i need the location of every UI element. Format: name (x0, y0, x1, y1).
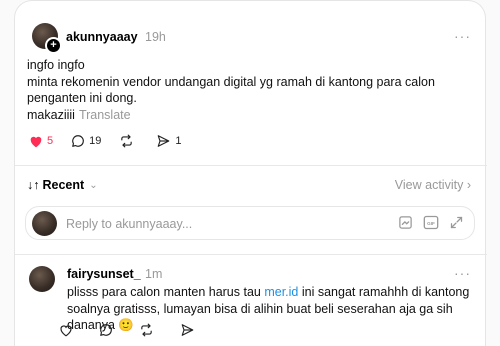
follow-plus-icon[interactable]: + (45, 37, 62, 54)
avatar (32, 211, 57, 236)
thread-card: + akunnyaaay 19h ··· ingfo ingfo minta r… (14, 0, 487, 346)
sort-arrows-icon: ↓↑ (27, 178, 40, 192)
send-icon (158, 135, 170, 147)
like-button[interactable] (59, 324, 77, 337)
divider (15, 254, 487, 255)
post-line: ingfo ingfo (27, 58, 85, 72)
more-options-icon[interactable]: ··· (454, 265, 471, 281)
reply-icons: GIF (388, 215, 464, 230)
reply-input[interactable]: Reply to akunnyaaay... GIF (25, 206, 475, 240)
sort-label: Recent (42, 178, 85, 192)
repost-button[interactable] (139, 323, 158, 337)
like-button[interactable]: 5 (29, 135, 53, 148)
send-icon (181, 324, 194, 336)
repost-icon (141, 323, 152, 337)
post-username[interactable]: akunnyaaay (66, 30, 138, 44)
repost-button[interactable] (119, 134, 138, 148)
heart-filled-icon (30, 136, 42, 147)
avatar[interactable] (29, 266, 55, 292)
reply-placeholder: Reply to akunnyaaay... (66, 217, 193, 231)
comment-username[interactable]: fairysunset_ (67, 267, 141, 281)
share-count: 1 (175, 135, 182, 147)
repost-icon (121, 134, 133, 148)
post-line-last: makaziiii Translate (27, 107, 131, 122)
post-actions: 5 19 1 (29, 134, 200, 148)
comment-link[interactable]: mer.id (264, 285, 298, 299)
view-activity-link[interactable]: View activity › (395, 178, 471, 192)
chevron-right-icon: › (466, 178, 471, 192)
post-line: minta rekomenin vendor undangan digital … (27, 74, 435, 106)
comment-actions (59, 323, 217, 337)
post-body: ingfo ingfo minta rekomenin vendor undan… (27, 57, 477, 123)
comment-button[interactable] (99, 323, 117, 337)
heart-icon (60, 324, 72, 336)
comment-icon (100, 324, 112, 336)
comment-button[interactable]: 19 (71, 134, 101, 148)
svg-text:GIF: GIF (427, 221, 435, 226)
share-button[interactable]: 1 (156, 134, 182, 148)
comment-count: 19 (89, 135, 102, 147)
divider (15, 165, 487, 166)
image-icon[interactable] (398, 215, 413, 230)
share-button[interactable] (180, 323, 199, 337)
post-time: 19h (145, 30, 166, 44)
expand-icon[interactable] (449, 215, 464, 230)
chevron-down-icon: ⌄ (89, 179, 98, 191)
sort-dropdown[interactable]: ↓↑ Recent ⌄ (27, 178, 98, 192)
like-count: 5 (47, 135, 54, 147)
more-options-icon[interactable]: ··· (454, 28, 471, 44)
translate-link[interactable]: Translate (79, 108, 131, 122)
gif-icon[interactable]: GIF (423, 215, 439, 230)
comment-icon (72, 135, 84, 147)
comment-time: 1m (145, 267, 163, 281)
